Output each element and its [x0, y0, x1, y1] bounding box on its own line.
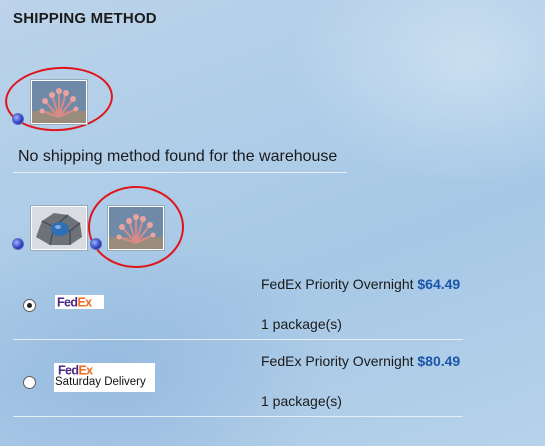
no-shipping-message: No shipping method found for the warehou…	[18, 148, 338, 165]
fedex-logo: FedEx	[55, 295, 104, 310]
service-name: FedEx Priority Overnight	[261, 353, 414, 369]
svg-text:FedEx: FedEx	[58, 364, 93, 378]
shipping-method-label: FedEx Priority Overnight $80.49	[261, 353, 460, 369]
section-title: SHIPPING METHOD	[13, 10, 157, 27]
item-selector-dot[interactable]	[90, 238, 102, 250]
saturday-delivery-caption: Saturday Delivery	[55, 376, 146, 388]
coral-product-thumbnail[interactable]	[31, 80, 87, 124]
svg-text:FedEx: FedEx	[57, 296, 92, 310]
service-name: FedEx Priority Overnight	[261, 276, 414, 292]
item-selector-dot[interactable]	[12, 113, 24, 125]
shipping-method-radio[interactable]	[23, 376, 36, 389]
divider	[13, 172, 347, 173]
package-count: 1 package(s)	[261, 393, 342, 409]
item-selector-dot[interactable]	[12, 238, 24, 250]
shipping-price: $80.49	[417, 353, 461, 369]
divider	[13, 416, 463, 417]
rock-product-thumbnail[interactable]	[31, 206, 87, 250]
fedex-saturday-logo: FedEx Saturday Delivery	[54, 363, 155, 392]
package-count: 1 package(s)	[261, 316, 342, 332]
coral-product-thumbnail[interactable]	[108, 206, 164, 250]
shipping-price: $64.49	[417, 276, 461, 292]
shipping-method-radio[interactable]	[23, 299, 36, 312]
shipping-method-label: FedEx Priority Overnight $64.49	[261, 276, 460, 292]
divider	[13, 339, 463, 340]
